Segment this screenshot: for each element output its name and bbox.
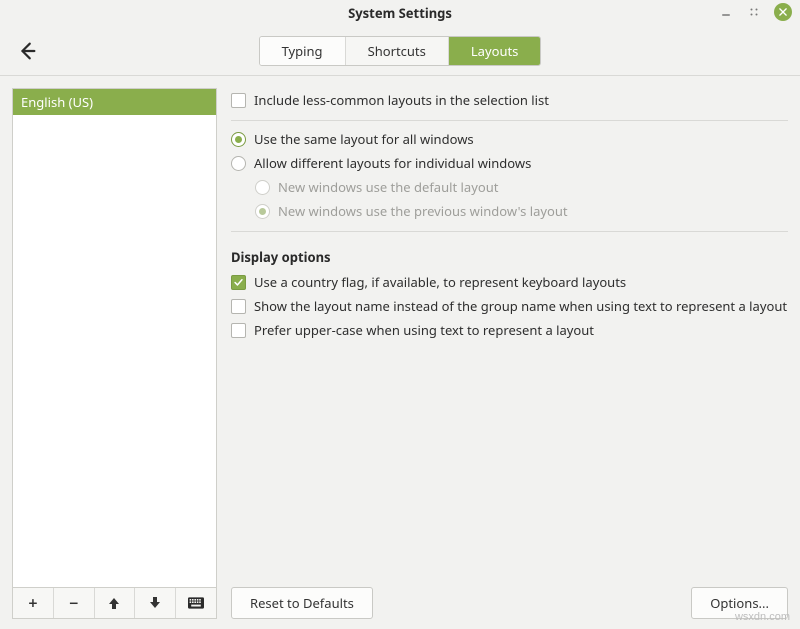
title-bar: System Settings (0, 0, 800, 26)
label-allow-different: Allow different layouts for individual w… (254, 154, 531, 172)
row-allow-different[interactable]: Allow different layouts for individual w… (231, 151, 788, 175)
row-sub-use-default: New windows use the default layout (231, 175, 788, 199)
radio-sub-use-previous (255, 204, 270, 219)
footer-buttons: Reset to Defaults Options... (231, 579, 788, 619)
options-button[interactable]: Options... (691, 587, 788, 619)
radio-allow-different[interactable] (231, 156, 246, 171)
tab-bar: Typing Shortcuts Layouts (259, 36, 542, 66)
tab-typing[interactable]: Typing (260, 37, 346, 65)
checkbox-layout-name-instead[interactable] (231, 299, 246, 314)
arrow-up-icon (106, 595, 122, 611)
checkbox-include-less-common[interactable] (231, 93, 246, 108)
radio-sub-use-default (255, 180, 270, 195)
arrow-down-icon (147, 595, 163, 611)
row-sub-use-previous: New windows use the previous window's la… (231, 199, 788, 223)
row-layout-name-instead[interactable]: Show the layout name instead of the grou… (231, 294, 788, 318)
add-layout-button[interactable]: + (13, 588, 54, 618)
label-prefer-upper: Prefer upper-case when using text to rep… (254, 321, 594, 339)
radio-same-layout[interactable] (231, 132, 246, 147)
row-same-layout[interactable]: Use the same layout for all windows (231, 127, 788, 151)
row-include-less-common[interactable]: Include less-common layouts in the selec… (231, 88, 788, 112)
check-icon (233, 277, 244, 288)
label-include-less-common: Include less-common layouts in the selec… (254, 91, 549, 109)
window-controls (718, 3, 792, 21)
layout-list-toolbar: + − (13, 587, 216, 618)
main-content: English (US) + − (0, 76, 800, 629)
settings-panel: Include less-common layouts in the selec… (231, 88, 788, 619)
label-same-layout: Use the same layout for all windows (254, 130, 474, 148)
label-sub-use-default: New windows use the default layout (278, 178, 498, 196)
label-layout-name-instead: Show the layout name instead of the grou… (254, 297, 787, 315)
checkbox-prefer-upper[interactable] (231, 323, 246, 338)
maximize-icon (749, 7, 759, 17)
plus-icon: + (28, 592, 37, 614)
layout-list-item[interactable]: English (US) (13, 89, 216, 115)
divider (231, 120, 788, 121)
maximize-button[interactable] (746, 4, 762, 20)
reset-defaults-button[interactable]: Reset to Defaults (231, 587, 373, 619)
label-sub-use-previous: New windows use the previous window's la… (278, 202, 568, 220)
window-title: System Settings (348, 4, 452, 22)
layout-list-panel: English (US) + − (12, 88, 217, 619)
divider (231, 231, 788, 232)
display-options-heading: Display options (231, 248, 788, 266)
header-bar: Typing Shortcuts Layouts (0, 26, 800, 76)
checkbox-country-flag[interactable] (231, 275, 246, 290)
back-button[interactable] (14, 38, 40, 64)
row-prefer-upper[interactable]: Prefer upper-case when using text to rep… (231, 318, 788, 342)
keyboard-icon (188, 595, 204, 611)
minus-icon: − (69, 592, 78, 614)
label-country-flag: Use a country flag, if available, to rep… (254, 273, 626, 291)
tab-shortcuts[interactable]: Shortcuts (346, 37, 449, 65)
remove-layout-button[interactable]: − (54, 588, 95, 618)
close-icon (778, 7, 788, 17)
move-up-button[interactable] (95, 588, 136, 618)
layout-list[interactable]: English (US) (13, 89, 216, 587)
minimize-icon (720, 6, 732, 18)
move-down-button[interactable] (135, 588, 176, 618)
show-keyboard-button[interactable] (176, 588, 216, 618)
close-button[interactable] (774, 3, 792, 21)
tab-layouts[interactable]: Layouts (449, 37, 541, 65)
back-arrow-icon (16, 40, 38, 62)
row-country-flag[interactable]: Use a country flag, if available, to rep… (231, 270, 788, 294)
minimize-button[interactable] (718, 4, 734, 20)
